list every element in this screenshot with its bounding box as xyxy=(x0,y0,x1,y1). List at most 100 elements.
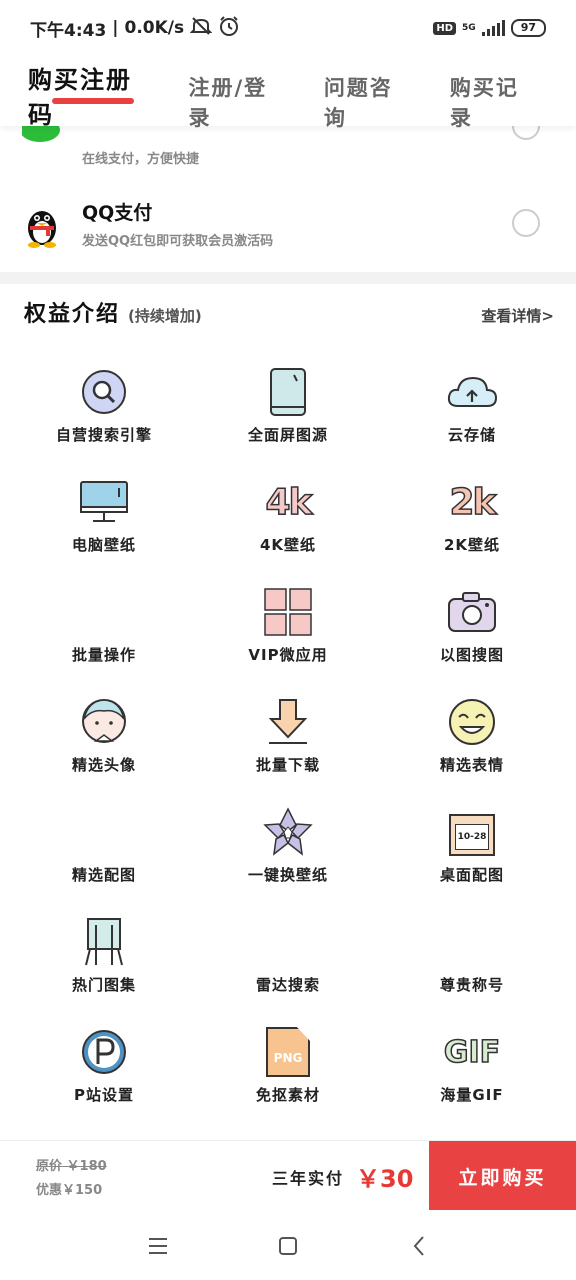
benefit-label: 2K壁纸 xyxy=(443,536,501,554)
benefit-label: 批量操作 xyxy=(71,646,136,664)
emoji-icon xyxy=(444,694,500,750)
benefits-title: 权益介绍 xyxy=(24,302,121,327)
home-icon[interactable] xyxy=(276,1234,300,1258)
benefit-label: 桌面配图 xyxy=(439,866,504,884)
benefit-desktop-images[interactable]: 10-28 桌面配图 xyxy=(380,788,564,898)
benefit-cloud-storage[interactable]: 云存储 xyxy=(380,348,564,458)
benefit-label: 全面屏图源 xyxy=(247,426,328,444)
original-price: 原价 ￥180 xyxy=(36,1159,107,1174)
benefit-label: 热门图集 xyxy=(71,976,136,994)
payment-options: 在线支付，方便快捷 QQ支付 发送QQ红包即可获取会员激活码 xyxy=(0,126,576,272)
benefit-label: 云存储 xyxy=(447,426,496,444)
benefit-batch-operation[interactable]: 批量操作 xyxy=(12,568,196,678)
camera-icon xyxy=(444,584,500,640)
tab-buy-code[interactable]: 购买注册码 xyxy=(28,60,152,130)
benefit-label: 精选表情 xyxy=(439,756,504,774)
benefit-avatars[interactable]: 精选头像 xyxy=(12,678,196,788)
benefit-label: 免抠素材 xyxy=(255,1086,320,1104)
wechat-pay-icon xyxy=(20,126,62,164)
buy-now-button[interactable]: 立即购买 xyxy=(429,1141,576,1211)
alarm-icon xyxy=(218,15,240,42)
menu-icon[interactable] xyxy=(146,1234,170,1258)
term-label: 三年实付 xyxy=(272,1169,345,1188)
flower-icon xyxy=(260,804,316,860)
benefit-label: VIP微应用 xyxy=(248,646,328,664)
benefit-emoji[interactable]: 精选表情 xyxy=(380,678,564,788)
benefit-label: 精选配图 xyxy=(71,866,136,884)
badge-icon xyxy=(444,914,500,970)
battery-indicator: 97 xyxy=(510,19,546,37)
tab-register-login[interactable]: 注册/登录 xyxy=(188,72,285,132)
mute-icon xyxy=(189,16,213,41)
monitor-icon xyxy=(76,474,132,530)
benefit-label: 一键换壁纸 xyxy=(247,866,328,884)
benefit-pixiv-settings[interactable]: P站设置 xyxy=(12,1008,196,1118)
4k-icon: 4k xyxy=(265,481,314,524)
pixiv-icon xyxy=(76,1024,132,1080)
search-icon xyxy=(76,364,132,420)
system-navbar xyxy=(0,1210,576,1280)
benefit-pc-wallpaper[interactable]: 电脑壁纸 xyxy=(12,458,196,568)
benefit-image-search[interactable]: 以图搜图 xyxy=(380,568,564,678)
purchase-bar: 原价 ￥180 优惠￥150 三年实付 ￥30 立即购买 xyxy=(0,1140,576,1211)
download-icon xyxy=(260,694,316,750)
discount-price: 优惠￥150 xyxy=(36,1183,103,1198)
top-tabs: 购买注册码 注册/登录 问题咨询 购买记录 xyxy=(0,56,576,130)
benefit-hot-albums[interactable]: 热门图集 xyxy=(12,898,196,1008)
gif-icon: GIF xyxy=(443,1034,501,1071)
final-price: ￥30 xyxy=(356,1165,414,1193)
benefit-label: 电脑壁纸 xyxy=(71,536,136,554)
view-details-link[interactable]: 查看详情> xyxy=(481,305,554,326)
benefit-vip-apps[interactable]: VIP微应用 xyxy=(196,568,380,678)
batch-icon xyxy=(76,584,132,640)
benefits-subtitle: (持续增加) xyxy=(128,307,202,325)
network-speed: 0.0K/s xyxy=(124,18,185,38)
qq-pay-title: QQ支付 xyxy=(82,202,153,224)
benefit-label: P站设置 xyxy=(74,1086,134,1104)
benefit-batch-download[interactable]: 批量下载 xyxy=(196,678,380,788)
wechat-pay-option[interactable]: 在线支付，方便快捷 xyxy=(0,126,576,190)
phone-icon xyxy=(260,364,316,420)
tab-purchase-history[interactable]: 购买记录 xyxy=(450,72,538,132)
2k-icon: 2k xyxy=(449,481,498,524)
benefit-fullscreen-source[interactable]: 全面屏图源 xyxy=(196,348,380,458)
signal-icon xyxy=(481,20,505,36)
wechat-pay-subtitle: 在线支付，方便快捷 xyxy=(82,152,200,167)
benefit-cutout-assets[interactable]: PNG 免抠素材 xyxy=(196,1008,380,1118)
qq-pay-radio[interactable] xyxy=(512,209,540,237)
status-time: 下午4:43 xyxy=(30,20,107,41)
benefit-gif[interactable]: GIF 海量GIF xyxy=(380,1008,564,1118)
benefit-honor-title[interactable]: 尊贵称号 xyxy=(380,898,564,1008)
tab-questions[interactable]: 问题咨询 xyxy=(324,72,412,132)
apps-grid-icon xyxy=(260,584,316,640)
benefit-label: 自营搜索引擎 xyxy=(55,426,152,444)
network-type: 5G xyxy=(462,23,476,33)
benefit-one-click-wallpaper[interactable]: 一键换壁纸 xyxy=(196,788,380,898)
back-icon[interactable] xyxy=(408,1234,432,1258)
qq-pay-option[interactable]: QQ支付 发送QQ红包即可获取会员激活码 xyxy=(0,192,576,262)
benefit-label: 4K壁纸 xyxy=(259,536,317,554)
status-bar: 下午4:43 | 0.0K/s HD 5G 97 xyxy=(0,0,576,56)
benefit-label: 海量GIF xyxy=(440,1086,504,1104)
benefit-2k-wallpaper[interactable]: 2k 2K壁纸 xyxy=(380,458,564,568)
calendar-icon: 10-28 xyxy=(444,804,500,860)
section-divider xyxy=(0,272,576,284)
benefit-featured-images[interactable]: 精选配图 xyxy=(12,788,196,898)
cloud-upload-icon xyxy=(444,364,500,420)
radar-icon xyxy=(260,914,316,970)
avatar-icon xyxy=(76,694,132,750)
hd-badge: HD xyxy=(433,21,457,35)
qq-penguin-icon xyxy=(22,204,62,252)
qq-pay-subtitle: 发送QQ红包即可获取会员激活码 xyxy=(82,234,274,249)
benefit-search-engine[interactable]: 自营搜索引擎 xyxy=(12,348,196,458)
png-file-icon: PNG xyxy=(260,1024,316,1080)
easel-icon xyxy=(76,914,132,970)
benefits-header: 权益介绍 (持续增加) 查看详情> xyxy=(24,296,554,327)
benefits-grid: 自营搜索引擎 全面屏图源 云存储 电脑壁纸 4k 4K壁纸 2k 2K壁纸 批量… xyxy=(0,348,576,1118)
image-icon xyxy=(76,804,132,860)
benefit-label: 批量下载 xyxy=(255,756,320,774)
benefit-label: 尊贵称号 xyxy=(439,976,504,994)
benefit-radar-search[interactable]: 雷达搜索 xyxy=(196,898,380,1008)
benefit-label: 精选头像 xyxy=(71,756,136,774)
benefit-4k-wallpaper[interactable]: 4k 4K壁纸 xyxy=(196,458,380,568)
